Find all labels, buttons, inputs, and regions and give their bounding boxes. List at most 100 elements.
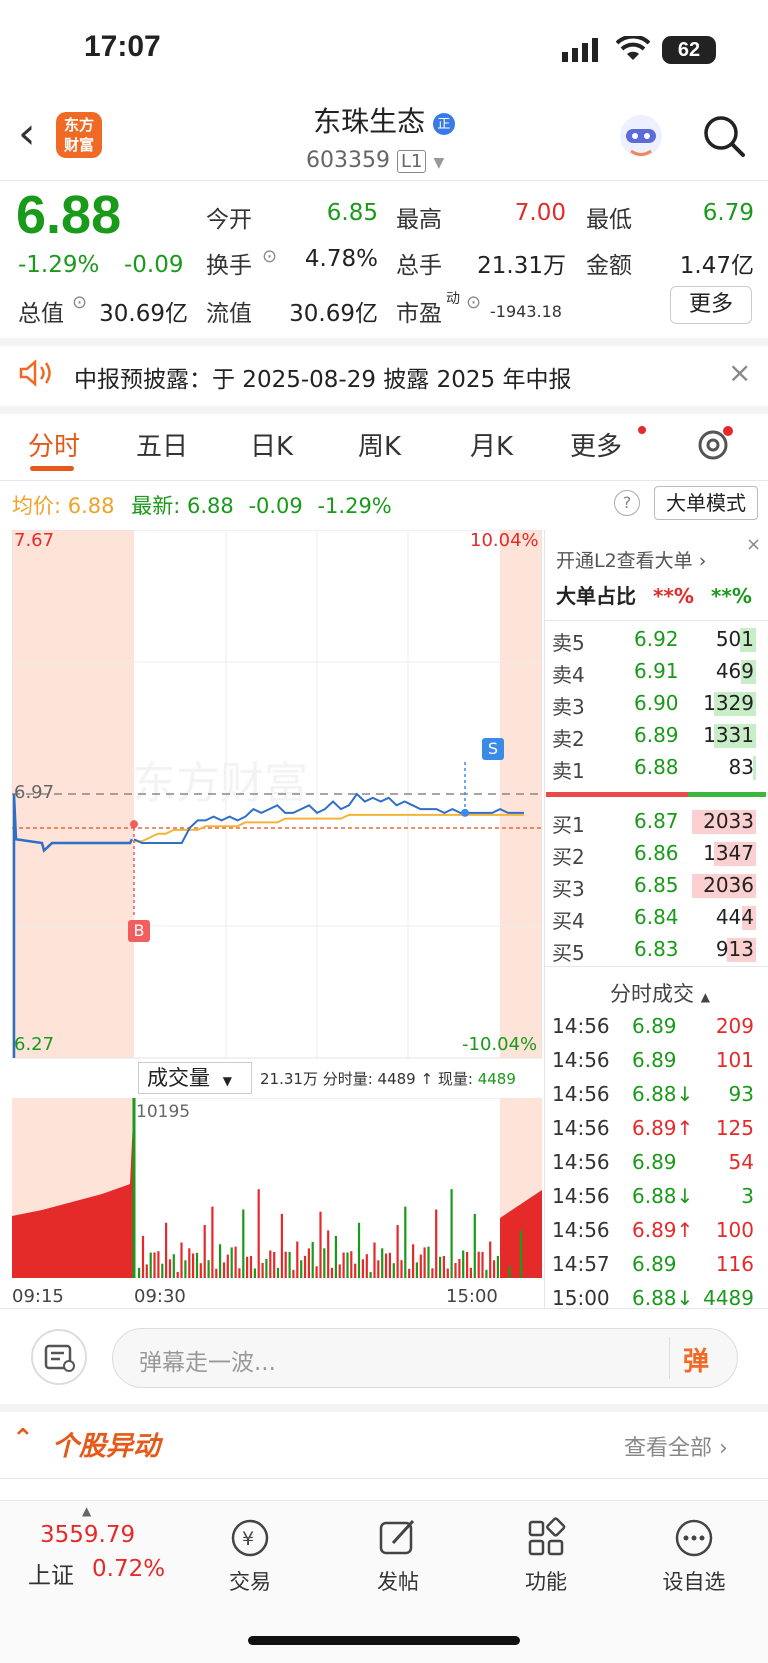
ratio-label: 大单占比 bbox=[556, 584, 636, 608]
tab-monthly-k[interactable]: 月K bbox=[470, 426, 513, 463]
volume-label: 成交量 bbox=[147, 1066, 210, 1090]
index-value[interactable]: 3559.79 bbox=[40, 1522, 135, 1548]
trade-row: 14:56 6.89 54 bbox=[552, 1146, 762, 1180]
trades-title[interactable]: 分时成交 ▲ bbox=[610, 978, 710, 1008]
ask-row[interactable]: 卖2 6.89 1331 bbox=[552, 720, 762, 752]
danmu-input[interactable]: 弹幕走一波... 弹 bbox=[112, 1328, 738, 1388]
l2-promo[interactable]: 开通L2查看大单 › bbox=[556, 546, 706, 573]
volume-bar bbox=[261, 1263, 264, 1278]
volume-bar bbox=[423, 1247, 426, 1278]
search-icon[interactable] bbox=[702, 114, 746, 158]
current-price: 6.88 bbox=[16, 185, 122, 245]
tab-daily-k[interactable]: 日K bbox=[250, 426, 293, 463]
volume-bar bbox=[273, 1252, 276, 1278]
now-volume: 4489 bbox=[477, 1070, 516, 1088]
volume-bar bbox=[431, 1268, 434, 1278]
more-button[interactable]: 更多 bbox=[670, 286, 752, 324]
stock-code-row[interactable]: 603359 L1 ▼ bbox=[306, 148, 444, 173]
low-value: 6.79 bbox=[702, 200, 754, 226]
volume-bar bbox=[435, 1209, 438, 1278]
volume-bar bbox=[222, 1262, 226, 1278]
buy-marker[interactable]: B bbox=[128, 920, 150, 942]
info-icon[interactable]: ⊙ bbox=[72, 292, 87, 313]
tab-more[interactable]: 更多 bbox=[570, 426, 622, 463]
chart-info-row: 均价: 6.88 最新: 6.88 -0.09 -1.29% bbox=[12, 490, 392, 520]
notice-text[interactable]: 中报预披露：于 2025-08-29 披露 2025 年中报 bbox=[74, 360, 571, 394]
chevron-down-icon: ▼ bbox=[433, 155, 445, 171]
mcap-value: 30.69亿 bbox=[99, 301, 188, 327]
info-icon[interactable]: ⊙ bbox=[262, 246, 277, 267]
trade-volume: 3 bbox=[741, 1184, 754, 1208]
bid-row[interactable]: 买4 6.84 444 bbox=[552, 902, 762, 934]
ask-volume: 1331 bbox=[703, 723, 754, 747]
close-icon[interactable]: × bbox=[728, 356, 751, 389]
ask-price: 6.91 bbox=[634, 659, 679, 683]
bid-row[interactable]: 买5 6.83 913 bbox=[552, 934, 762, 966]
pe-value: -1943.18 bbox=[490, 302, 562, 321]
bid-volume: 2033 bbox=[703, 809, 754, 833]
volume-label: 总手 bbox=[396, 253, 442, 279]
grid-icon bbox=[528, 1517, 566, 1556]
anomaly-collapse-icon[interactable]: ⌃ bbox=[12, 1424, 34, 1454]
danmu-send-button[interactable]: 弹 bbox=[683, 1341, 709, 1378]
volume-bar bbox=[288, 1251, 291, 1278]
info-icon[interactable]: ⊙ bbox=[466, 292, 481, 313]
tab-intraday[interactable]: 分时 bbox=[28, 426, 80, 463]
trade-price: 6.89 bbox=[632, 1252, 677, 1276]
volume-max-label: 10195 bbox=[136, 1102, 191, 1122]
volume-bar bbox=[381, 1248, 384, 1278]
anomaly-title: 个股异动 bbox=[52, 1431, 160, 1462]
trade-time: 14:56 bbox=[552, 1116, 610, 1140]
bid-row[interactable]: 买1 6.87 2033 bbox=[552, 806, 762, 838]
latest-percent: -1.29% bbox=[317, 494, 392, 518]
intraday-price-chart[interactable]: 东方财富 bbox=[12, 530, 542, 1060]
nav-add-watchlist[interactable]: 设自选 bbox=[634, 1515, 754, 1596]
ask-row[interactable]: 卖5 6.92 501 bbox=[552, 624, 762, 656]
trade-price: 6.88↓ bbox=[632, 1082, 694, 1106]
big-order-mode-button[interactable]: 大单模式 bbox=[654, 486, 758, 520]
gear-icon[interactable] bbox=[694, 424, 736, 464]
volume-chart[interactable] bbox=[12, 1098, 542, 1278]
nav-post[interactable]: 发帖 bbox=[338, 1515, 458, 1596]
turnover-value: 4.78% bbox=[304, 246, 378, 272]
tab-five-day[interactable]: 五日 bbox=[136, 426, 188, 463]
robot-assistant-icon[interactable] bbox=[617, 112, 665, 160]
volume-bar bbox=[466, 1252, 469, 1278]
help-icon[interactable]: ? bbox=[614, 490, 640, 516]
bid-row[interactable]: 买3 6.85 2036 bbox=[552, 870, 762, 902]
volume-bar bbox=[377, 1260, 380, 1278]
nav-trade[interactable]: ¥ 交易 bbox=[190, 1515, 310, 1596]
latest-change: -0.09 bbox=[248, 494, 303, 518]
danmu-settings-icon[interactable] bbox=[30, 1328, 88, 1386]
volume-indicator-select[interactable]: 成交量 ▼ bbox=[138, 1062, 252, 1094]
trade-time: 14:56 bbox=[552, 1184, 610, 1208]
nav-functions[interactable]: 功能 bbox=[486, 1515, 606, 1596]
volume-bar bbox=[354, 1263, 357, 1278]
latest-value: 6.88 bbox=[186, 494, 234, 518]
volume-bar bbox=[145, 1264, 148, 1278]
volume-bar bbox=[203, 1225, 206, 1278]
bid-level: 买1 bbox=[552, 813, 585, 837]
trade-time: 14:56 bbox=[552, 1082, 610, 1106]
volume-bar bbox=[296, 1241, 299, 1278]
volume-bar bbox=[276, 1267, 280, 1278]
close-icon[interactable]: × bbox=[746, 534, 761, 555]
ask-row[interactable]: 卖4 6.91 469 bbox=[552, 656, 762, 688]
ask-row[interactable]: 卖3 6.90 1329 bbox=[552, 688, 762, 720]
volume-bar bbox=[280, 1213, 283, 1278]
volume-bar bbox=[238, 1268, 241, 1278]
trade-row: 14:56 6.88↓ 3 bbox=[552, 1180, 762, 1214]
tab-weekly-k[interactable]: 周K bbox=[358, 426, 401, 463]
open-value: 6.85 bbox=[326, 200, 378, 226]
ratio-sell: **% bbox=[710, 584, 752, 608]
turnover-label: 换手 bbox=[206, 253, 252, 279]
view-all-link[interactable]: 查看全部 › bbox=[624, 1430, 728, 1462]
bid-row[interactable]: 买2 6.86 1347 bbox=[552, 838, 762, 870]
volume-bar bbox=[157, 1251, 160, 1278]
ask-price: 6.89 bbox=[634, 723, 679, 747]
low-label: 最低 bbox=[586, 207, 632, 233]
sell-marker[interactable]: S bbox=[482, 738, 504, 760]
trade-volume: 100 bbox=[715, 1218, 754, 1242]
ask-row[interactable]: 卖1 6.88 83 bbox=[552, 752, 762, 784]
volume-bar bbox=[284, 1251, 287, 1278]
